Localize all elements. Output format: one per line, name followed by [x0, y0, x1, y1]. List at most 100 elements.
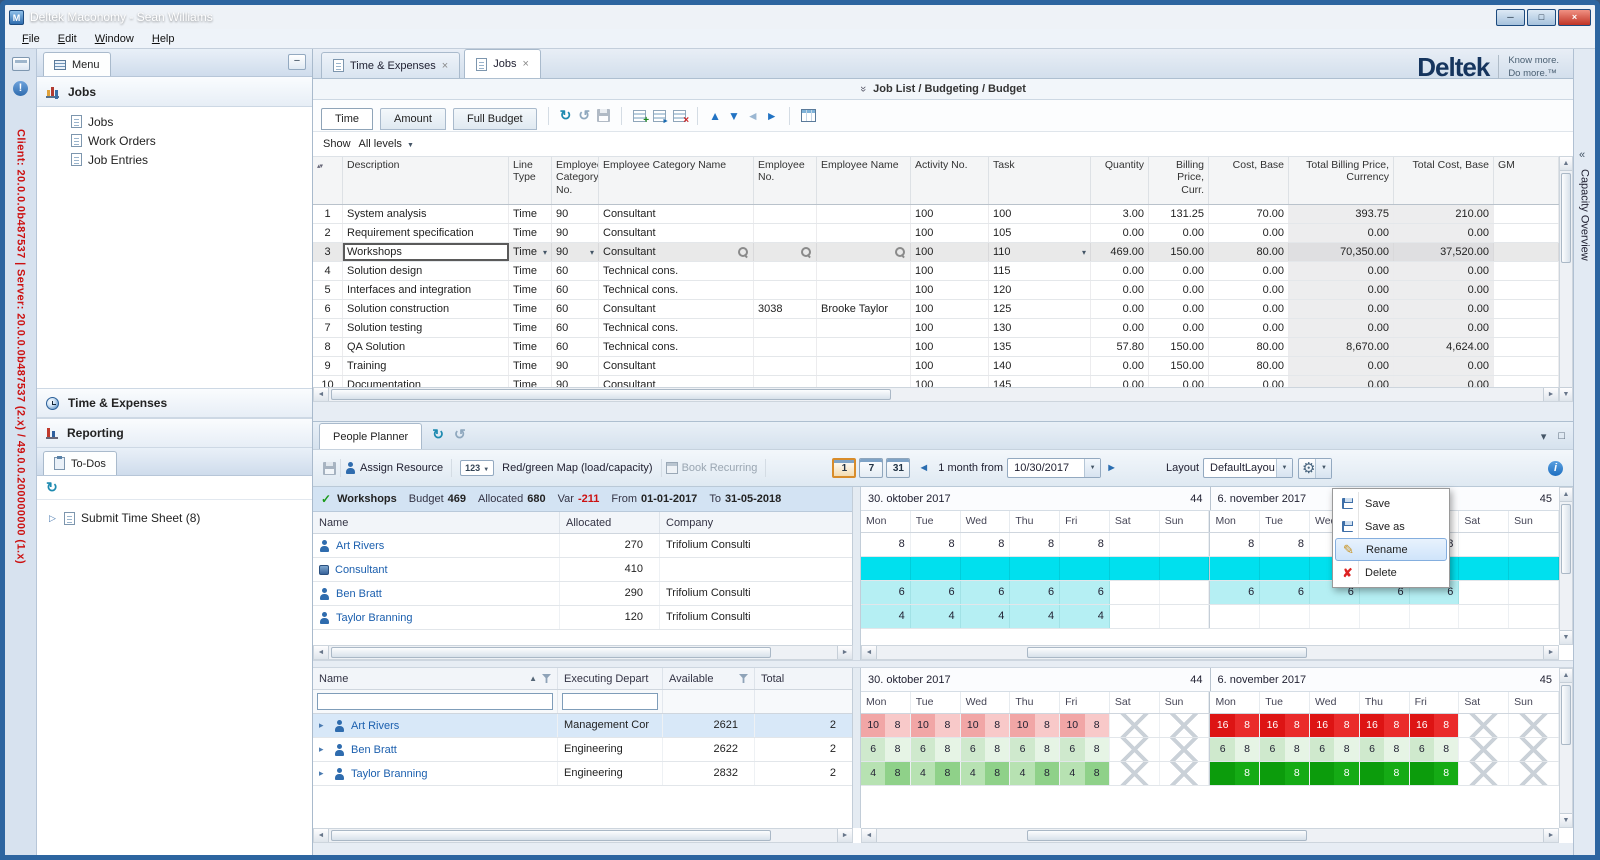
cell-activity_no[interactable]: 100	[911, 262, 989, 280]
cell-num[interactable]: 8	[313, 338, 343, 356]
load-cell[interactable]: 168	[1260, 714, 1310, 737]
load-cell[interactable]: 68	[1260, 738, 1310, 761]
cell-num[interactable]: 5	[313, 281, 343, 299]
allocation-cell[interactable]	[1260, 605, 1310, 628]
cell-task[interactable]: 115	[989, 262, 1091, 280]
people-row[interactable]: ▸Taylor BranningEngineering28322	[313, 762, 852, 786]
scroll-left-icon[interactable]: ◄	[314, 829, 329, 842]
allocation-cell[interactable]: 6	[911, 581, 961, 604]
filter-icon[interactable]	[739, 674, 748, 683]
cell-task[interactable]: 100	[989, 205, 1091, 223]
department-filter-input[interactable]	[562, 693, 658, 710]
cell-cat_no[interactable]: 90	[552, 357, 599, 375]
allocation-cell[interactable]	[1010, 557, 1060, 580]
scroll-right-icon[interactable]: ►	[837, 646, 852, 659]
cell-emp_no[interactable]	[754, 338, 817, 356]
cell-cost_base[interactable]: 80.00	[1209, 243, 1289, 261]
cell-cat_name[interactable]: Technical cons.	[599, 338, 754, 356]
cell-emp_no[interactable]	[754, 357, 817, 375]
cell-cat_name[interactable]: Consultant	[599, 357, 754, 375]
load-cell[interactable]: 68	[1060, 738, 1110, 761]
cell-gm[interactable]	[1494, 205, 1559, 223]
refresh-todos-icon[interactable]	[46, 479, 58, 496]
allocation-cell[interactable]	[1260, 557, 1310, 580]
cell-total_cost[interactable]: 0.00	[1394, 357, 1494, 375]
load-cell[interactable]: 8	[1410, 762, 1460, 785]
expand-icon[interactable]: ▸	[319, 720, 328, 731]
cell-billing_price[interactable]: 0.00	[1149, 281, 1209, 299]
allocation-cell[interactable]: 6	[961, 581, 1011, 604]
load-cell[interactable]	[1110, 714, 1160, 737]
cell-emp_name[interactable]	[817, 376, 911, 387]
cell-emp_no[interactable]	[754, 224, 817, 242]
column-header-allocated[interactable]: Allocated	[560, 512, 660, 533]
maximize-planner-icon[interactable]: □	[1558, 430, 1565, 443]
budget-horizontal-scrollbar[interactable]: ◄ ►	[313, 387, 1559, 402]
column-header-emp_name[interactable]: Employee Name	[817, 157, 911, 204]
scroll-up-icon[interactable]: ▲	[1560, 157, 1572, 171]
filter-icon[interactable]	[542, 674, 551, 683]
cell-quantity[interactable]: 0.00	[1091, 357, 1149, 375]
cell-total_cost[interactable]: 0.00	[1394, 376, 1494, 387]
resource-name[interactable]: Ben Bratt	[336, 588, 382, 600]
outdent-icon[interactable]	[747, 110, 759, 122]
budget-row[interactable]: 9TrainingTime90Consultant1001400.00150.0…	[313, 357, 1559, 376]
view-week-button[interactable]: 7	[859, 458, 883, 478]
cell-billing_price[interactable]: 150.00	[1149, 338, 1209, 356]
person-name[interactable]: Taylor Branning	[351, 768, 427, 780]
sidebar-item-jobs[interactable]: Jobs	[37, 112, 312, 131]
cell-line_type[interactable]: Time	[509, 357, 552, 375]
scroll-left-icon[interactable]: ◄	[314, 388, 329, 401]
cell-task[interactable]: 120	[989, 281, 1091, 299]
allocation-cell[interactable]: 8	[1060, 533, 1110, 556]
cell-emp_name[interactable]	[817, 281, 911, 299]
cell-emp_name[interactable]	[817, 205, 911, 223]
allocation-cell[interactable]	[1509, 581, 1559, 604]
cell-total_billing[interactable]: 393.75	[1289, 205, 1394, 223]
resource-name[interactable]: Art Rivers	[336, 540, 384, 552]
load-cell[interactable]	[1459, 762, 1509, 785]
cell-total_billing[interactable]: 0.00	[1289, 262, 1394, 280]
cell-num[interactable]: 3	[313, 243, 343, 261]
menu-window[interactable]: Window	[86, 31, 143, 47]
numeric-display-button[interactable]: 123	[460, 460, 494, 476]
menu-tab[interactable]: Menu	[43, 52, 111, 76]
allocation-cell[interactable]	[1509, 557, 1559, 580]
cell-quantity[interactable]: 0.00	[1091, 281, 1149, 299]
show-levels-dropdown[interactable]: All levels	[359, 138, 414, 150]
budget-row[interactable]: 1System analysisTime90Consultant1001003.…	[313, 205, 1559, 224]
maximize-button[interactable]: □	[1527, 9, 1556, 26]
load-cell[interactable]	[1509, 714, 1559, 737]
cell-gm[interactable]	[1494, 300, 1559, 318]
expand-left-icon[interactable]	[1579, 149, 1585, 161]
assign-resource-button[interactable]: Assign Resource	[360, 462, 443, 474]
person-name[interactable]: Art Rivers	[351, 720, 399, 732]
allocation-cell[interactable]	[961, 557, 1011, 580]
cell-gm[interactable]	[1494, 281, 1559, 299]
column-header-billing_price[interactable]: Billing Price, Curr.	[1149, 157, 1209, 204]
cell-task[interactable]: 125	[989, 300, 1091, 318]
cell-cat_name[interactable]: Consultant	[599, 300, 754, 318]
allocation-cell[interactable]	[1110, 605, 1160, 628]
cell-cat_name[interactable]: Consultant	[599, 376, 754, 387]
budget-row[interactable]: 3WorkshopsTime▾90▾Consultant100110▾469.0…	[313, 243, 1559, 262]
allocation-cell[interactable]	[1110, 581, 1160, 604]
resource-name[interactable]: Taylor Branning	[336, 612, 412, 624]
cell-total_cost[interactable]: 210.00	[1394, 205, 1494, 223]
load-cell[interactable]: 48	[961, 762, 1011, 785]
scroll-right-icon[interactable]: ►	[837, 829, 852, 842]
cell-description[interactable]: Interfaces and integration	[343, 281, 509, 299]
allocation-cell[interactable]	[1160, 581, 1210, 604]
cell-activity_no[interactable]: 100	[911, 281, 989, 299]
column-header-total[interactable]: Total	[755, 668, 853, 689]
load-cell[interactable]: 48	[1010, 762, 1060, 785]
cell-description[interactable]: Solution testing	[343, 319, 509, 337]
allocation-cell[interactable]: 4	[861, 605, 911, 628]
layout-dropdown[interactable]: DefaultLayou	[1203, 458, 1293, 478]
cell-cost_base[interactable]: 0.00	[1209, 262, 1289, 280]
cell-gm[interactable]	[1494, 319, 1559, 337]
save-icon[interactable]	[597, 109, 610, 122]
indent-icon[interactable]	[766, 110, 778, 122]
table-view-icon[interactable]	[801, 109, 816, 122]
column-header-available[interactable]: Available	[663, 668, 755, 689]
